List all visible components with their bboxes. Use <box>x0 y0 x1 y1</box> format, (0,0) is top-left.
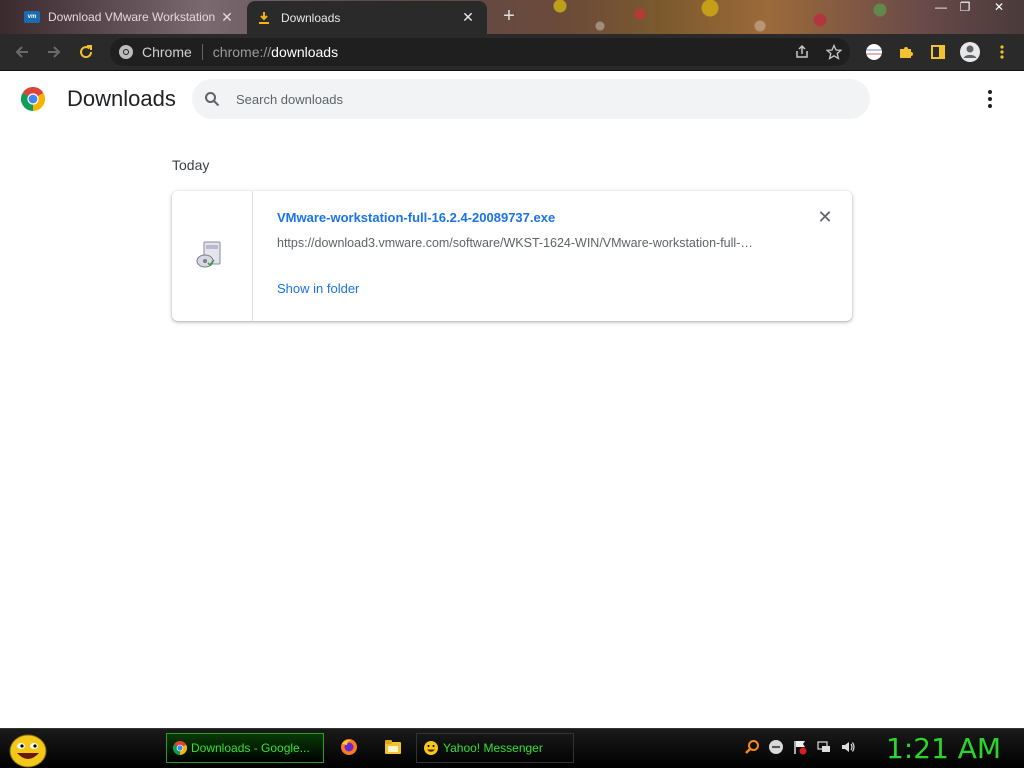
yahoo-messenger-icon <box>424 741 438 755</box>
kebab-dot-icon <box>988 104 992 108</box>
star-icon <box>826 44 842 60</box>
action-center-flag-icon[interactable] <box>792 739 808 755</box>
side-panel-button[interactable] <box>922 36 954 68</box>
tab-close-icon[interactable]: ✕ <box>218 9 236 26</box>
search-box[interactable] <box>192 79 870 119</box>
taskbar-item-label: Yahoo! Messenger <box>443 741 543 755</box>
url-path: downloads <box>271 44 339 60</box>
messenger-status-icon[interactable] <box>768 739 784 755</box>
chrome-icon <box>119 45 133 59</box>
close-window-button[interactable]: ✕ <box>984 0 1014 16</box>
kebab-dot-icon <box>988 90 992 94</box>
download-source-url[interactable]: https://download3.vmware.com/software/WK… <box>277 236 777 250</box>
forward-arrow-icon <box>48 46 61 58</box>
volume-icon[interactable] <box>840 739 856 755</box>
remove-download-close-icon[interactable]: ✕ <box>816 208 834 226</box>
forward-button[interactable] <box>38 36 70 68</box>
reload-icon <box>80 45 93 59</box>
back-arrow-icon <box>15 46 28 58</box>
taskbar-item-yahoo-messenger[interactable]: Yahoo! Messenger <box>416 733 574 763</box>
tab-title: Downloads <box>281 10 341 25</box>
side-panel-icon <box>931 45 945 59</box>
search-icon[interactable] <box>744 739 760 755</box>
tab-downloads[interactable]: Downloads ✕ <box>247 1 487 34</box>
restore-button[interactable]: ❐ <box>950 0 980 16</box>
search-input[interactable] <box>236 91 796 107</box>
download-item-card: VMware-workstation-full-16.2.4-20089737.… <box>172 191 852 321</box>
firefox-icon[interactable] <box>339 737 359 757</box>
network-icon[interactable] <box>816 739 832 755</box>
file-icon-column <box>172 191 253 321</box>
puzzle-icon <box>900 47 913 58</box>
avatar-icon <box>960 42 980 62</box>
omnibox-divider <box>201 44 203 60</box>
installer-file-icon[interactable] <box>194 239 226 271</box>
share-button[interactable] <box>786 36 818 68</box>
downloads-menu-button[interactable] <box>980 87 1000 111</box>
reload-button[interactable] <box>70 36 102 68</box>
tab-title: Download VMware Workstation <box>48 10 216 24</box>
download-icon <box>257 11 271 25</box>
share-icon <box>796 44 808 58</box>
site-chip-label: Chrome <box>142 44 192 60</box>
browser-menu-button[interactable] <box>986 36 1018 68</box>
download-filename-link[interactable]: VMware-workstation-full-16.2.4-20089737.… <box>277 210 555 225</box>
tab-close-icon[interactable]: ✕ <box>459 9 477 26</box>
vmware-icon: vm <box>24 11 40 23</box>
show-in-folder-link[interactable]: Show in folder <box>277 281 359 296</box>
section-date-header: Today <box>172 157 210 173</box>
tab-vmware[interactable]: vm Download VMware Workstation ✕ <box>14 2 246 32</box>
chrome-logo-icon <box>21 87 45 111</box>
os-taskbar: Downloads - Google... Yahoo! Messenger 1… <box>0 728 1024 768</box>
tab-strip: vm Download VMware Workstation ✕ Downloa… <box>0 0 1024 34</box>
start-smiley-icon[interactable] <box>8 732 48 768</box>
bookmark-button[interactable] <box>818 36 850 68</box>
kebab-menu-icon <box>1000 45 1004 59</box>
back-button[interactable] <box>6 36 38 68</box>
browser-toolbar: Chrome chrome://downloads <box>0 34 1024 70</box>
page-title: Downloads <box>67 86 176 111</box>
flag-extension-icon <box>866 44 882 60</box>
extensions-button[interactable] <box>890 36 922 68</box>
search-icon <box>205 92 220 107</box>
file-explorer-icon[interactable] <box>383 737 403 757</box>
taskbar-clock[interactable]: 1:21 AM <box>886 732 1001 765</box>
taskbar-item-chrome[interactable]: Downloads - Google... <box>166 733 324 763</box>
profile-button[interactable] <box>954 36 986 68</box>
extension-flag-button[interactable] <box>858 36 890 68</box>
new-tab-button[interactable]: + <box>498 5 520 27</box>
downloads-page: Downloads Today VMware-workstation-full-… <box>0 71 1024 728</box>
url-scheme: chrome:// <box>212 44 272 60</box>
address-bar[interactable]: Chrome chrome://downloads <box>110 38 850 66</box>
taskbar-item-label: Downloads - Google... <box>191 741 310 755</box>
chrome-icon <box>173 741 187 755</box>
kebab-dot-icon <box>988 97 992 101</box>
